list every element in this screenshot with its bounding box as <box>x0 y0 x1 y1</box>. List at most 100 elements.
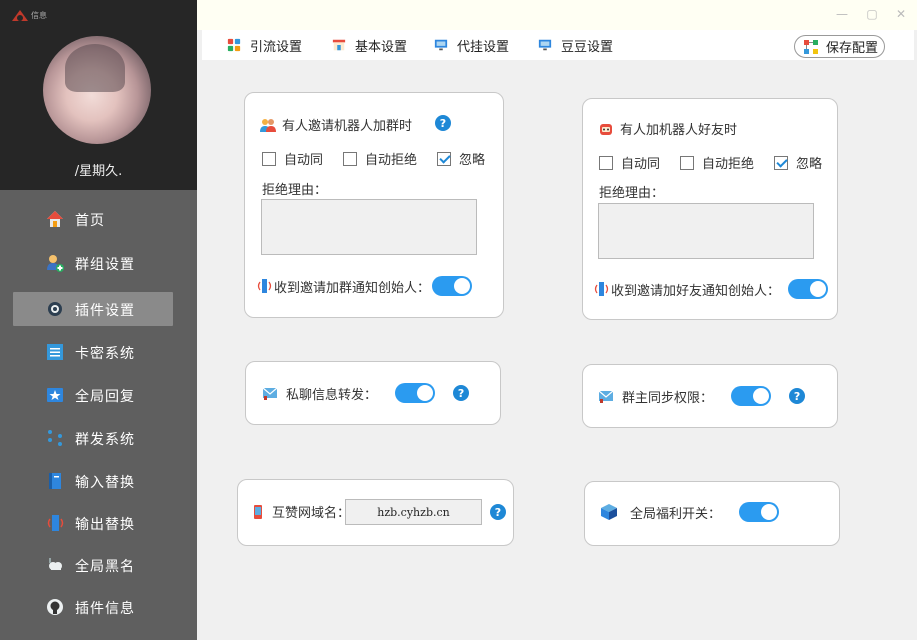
group-invite-help-icon[interactable]: ? <box>435 115 451 131</box>
sidebar-item-label: 全局黑名 <box>75 559 135 575</box>
sidebar-item-card-system[interactable]: 卡密系统 <box>13 335 173 369</box>
sidebar-item-input-replace[interactable]: 输入替换 <box>13 464 173 498</box>
friend-add-auto-reject-checkbox[interactable]: 自动拒绝 <box>680 153 754 172</box>
owner-sync-card: 群主同步权限： ? <box>582 364 838 428</box>
sidebar: 信息 /星期久. 首页 群组设置 插件设置 卡密系统 全局回复 群发系统 输入替… <box>0 0 197 640</box>
checkbox-box[interactable] <box>774 155 789 170</box>
sidebar-item-output-replace[interactable]: 输出替换 <box>13 506 173 540</box>
tab-doudou-settings[interactable]: 豆豆设置 <box>537 37 614 55</box>
domain-row: 互赞网域名： <box>250 502 350 521</box>
friend-add-auto-accept-checkbox[interactable]: 自动同 <box>599 153 660 172</box>
people-icon <box>260 118 276 132</box>
private-forward-toggle[interactable] <box>395 383 436 403</box>
tab-basic-settings[interactable]: 基本设置 <box>331 37 407 55</box>
tab-label: 引流设置 <box>250 39 303 55</box>
group-invite-reason-label: 拒绝理由： <box>262 183 328 198</box>
checkbox-box[interactable] <box>262 151 276 166</box>
phone-icon <box>254 504 262 519</box>
mail-icon <box>262 387 278 400</box>
plugin-settings-icon <box>48 302 62 316</box>
broadcast-dots-icon <box>48 430 62 446</box>
checkbox-label: 自动拒绝 <box>365 153 418 168</box>
friend-add-reason-field[interactable] <box>598 203 814 259</box>
friend-add-title: 有人加机器人好友时 <box>598 119 737 138</box>
friend-add-notify-row: 收到邀请加好友通知创始人： <box>593 279 829 299</box>
group-invite-reason-field[interactable] <box>261 199 477 255</box>
welfare-row: 全局福利开关： <box>600 502 780 522</box>
input-replace-icon <box>49 473 61 489</box>
friend-add-options: 自动同 自动拒绝 忽略 <box>599 153 842 172</box>
group-invite-notify-row: 收到邀请加群通知创始人： <box>256 276 473 296</box>
checkbox-label: 自动拒绝 <box>702 157 755 172</box>
sidebar-item-global-reply[interactable]: 全局回复 <box>13 378 173 412</box>
group-invite-notify-label: 收到邀请加群通知创始人： <box>274 280 431 296</box>
owner-sync-toggle[interactable] <box>731 386 772 406</box>
owner-sync-help-icon[interactable]: ? <box>789 388 806 404</box>
tab-label: 代挂设置 <box>457 39 510 55</box>
avatar[interactable] <box>43 36 151 144</box>
sidebar-item-label: 群组设置 <box>75 257 135 273</box>
tab-hosting-settings[interactable]: 代挂设置 <box>433 37 510 55</box>
sidebar-item-global-blacklist[interactable]: 全局黑名 <box>13 548 173 582</box>
output-replace-icon <box>257 279 272 293</box>
maximize-icon[interactable]: ▢ <box>865 7 879 21</box>
app-logo-icon <box>12 8 28 22</box>
tab-label: 豆豆设置 <box>561 39 614 55</box>
sidebar-item-label: 首页 <box>75 213 105 229</box>
domain-input[interactable]: hzb.cyhzb.cn <box>345 499 482 525</box>
friend-add-card: 有人加机器人好友时 自动同 自动拒绝 忽略 拒绝理由： 收到邀请加好友通知创始人… <box>582 98 838 320</box>
checkbox-box[interactable] <box>343 151 358 166</box>
private-forward-card: 私聊信息转发： ? <box>245 361 501 425</box>
sidebar-item-label: 全局回复 <box>75 389 135 405</box>
sidebar-item-plugin-info[interactable]: 插件信息 <box>13 590 173 624</box>
minimize-icon[interactable]: — <box>835 7 849 21</box>
card-list-icon <box>47 344 63 360</box>
title-bar: — ▢ ✕ <box>197 0 917 30</box>
star-reply-icon <box>47 388 63 402</box>
owner-sync-label: 群主同步权限： <box>622 390 714 406</box>
group-invite-auto-reject-checkbox[interactable]: 自动拒绝 <box>343 149 417 168</box>
robot-face-icon <box>600 123 612 135</box>
save-config-button[interactable]: 保存配置 <box>794 35 885 58</box>
username: /星期久. <box>74 164 123 179</box>
checkbox-label: 忽略 <box>796 157 823 172</box>
sidebar-item-label: 插件信息 <box>75 601 135 617</box>
checkbox-box[interactable] <box>599 155 613 170</box>
sidebar-item-plugin-settings[interactable]: 插件设置 <box>13 292 173 326</box>
app-logo: 信息 <box>12 8 47 22</box>
checkbox-label: 自动同 <box>284 153 324 168</box>
friend-add-ignore-checkbox[interactable]: 忽略 <box>774 153 822 172</box>
private-forward-help-icon[interactable]: ? <box>453 385 470 401</box>
nodes-icon <box>804 39 818 54</box>
close-icon[interactable]: ✕ <box>894 7 908 21</box>
checkbox-box[interactable] <box>680 155 695 170</box>
group-add-icon <box>47 255 64 272</box>
group-invite-title-text: 有人邀请机器人加群时 <box>282 119 413 134</box>
welfare-card: 全局福利开关： <box>584 481 840 546</box>
store-icon <box>332 39 346 51</box>
sidebar-item-label: 输入替换 <box>75 475 135 491</box>
friend-add-reason-label: 拒绝理由： <box>599 186 665 201</box>
checkbox-box[interactable] <box>437 151 452 166</box>
group-invite-title: 有人邀请机器人加群时 <box>260 115 412 134</box>
welfare-toggle[interactable] <box>739 502 780 522</box>
group-invite-notify-toggle[interactable] <box>432 276 473 296</box>
private-forward-row: 私聊信息转发： ? <box>262 383 470 403</box>
monitor-icon <box>434 39 448 51</box>
group-invite-ignore-checkbox[interactable]: 忽略 <box>437 149 485 168</box>
group-invite-auto-accept-checkbox[interactable]: 自动同 <box>262 149 323 168</box>
sidebar-item-broadcast[interactable]: 群发系统 <box>13 421 173 455</box>
home-icon <box>47 211 63 227</box>
group-invite-card: 有人邀请机器人加群时 ? 自动同 自动拒绝 忽略 拒绝理由： 收到邀请加群通知创… <box>244 92 504 318</box>
checkbox-label: 自动同 <box>621 157 661 172</box>
friend-add-notify-label: 收到邀请加好友通知创始人： <box>611 283 781 299</box>
profile-panel: 信息 /星期久. <box>0 0 197 190</box>
friend-add-title-text: 有人加机器人好友时 <box>620 123 738 138</box>
tab-traffic-settings[interactable]: 引流设置 <box>226 37 303 55</box>
checkbox-label: 忽略 <box>459 153 486 168</box>
sidebar-item-group-settings[interactable]: 群组设置 <box>13 246 173 280</box>
friend-add-notify-toggle[interactable] <box>788 279 829 299</box>
mail-icon <box>598 390 614 403</box>
domain-help-icon[interactable]: ? <box>490 504 506 520</box>
sidebar-item-home[interactable]: 首页 <box>13 202 173 236</box>
